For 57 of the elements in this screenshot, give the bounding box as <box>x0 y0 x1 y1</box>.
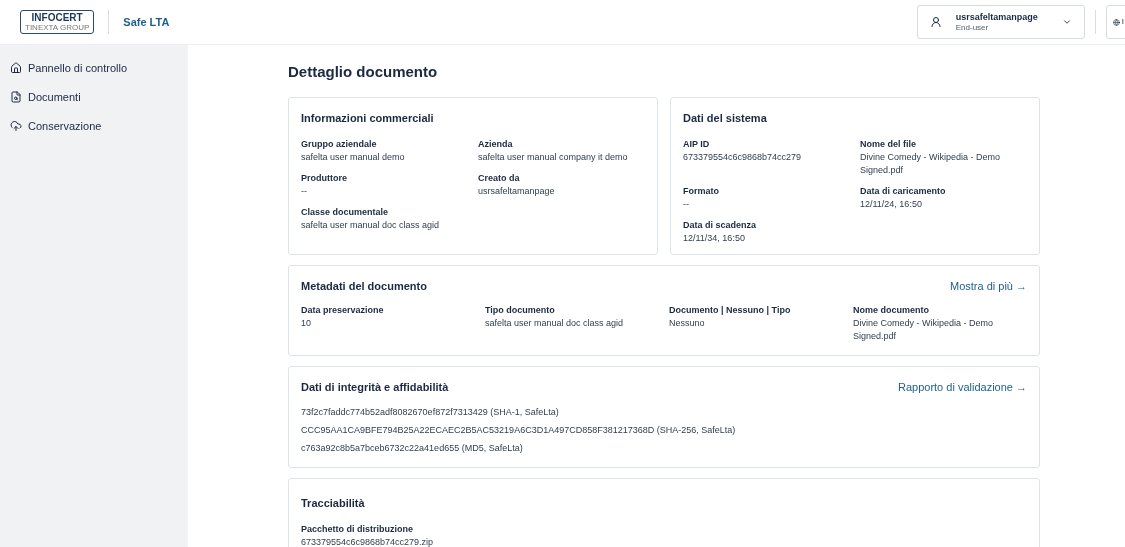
field-value: 673379554c6c9868b74cc279 <box>683 151 803 164</box>
field-label: Classe documentale <box>301 206 390 219</box>
field-label: Nome del file <box>860 138 917 151</box>
home-icon <box>10 62 22 74</box>
field-value: Divine Comedy - Wikipedia - Demo Signed.pdf <box>860 151 1002 177</box>
logo-text: INFOCERT <box>31 12 83 23</box>
user-role: End-user <box>955 22 989 33</box>
card-title: Metadati del documento <box>301 278 427 294</box>
card-title: Informazioni commerciali <box>301 110 435 126</box>
sidebar-item[interactable]: Conservazione <box>10 117 188 135</box>
field-value: 10 <box>301 317 312 330</box>
logo-subtext: TINEXTA GROUP <box>25 23 90 32</box>
field-label: Produttore <box>301 172 348 185</box>
globe-icon <box>1112 18 1120 26</box>
field-value: 12/11/34, 16:50 <box>683 232 746 245</box>
field-label: Formato <box>683 185 720 198</box>
hash-value: 73f2c7faddc774b52adf8082670ef872f7313429 (SHA-1, SafeLta) <box>301 405 560 419</box>
cloud-upload-icon <box>10 120 22 132</box>
user-icon <box>929 16 942 28</box>
field-value: usrsafeltamanpage <box>478 185 556 198</box>
field-label: Creato da <box>478 172 521 185</box>
card-title: Dati di integrità e affidabilità <box>301 380 449 395</box>
field-value: safelta user manual doc class agid <box>301 219 441 232</box>
user-menu-button[interactable]: usrsafeltamanpage End-user <box>916 5 1085 39</box>
app-name: Safe LTA <box>123 14 170 30</box>
field-label: Azienda <box>478 138 514 151</box>
field-value: safelta user manual company it demo <box>478 151 629 164</box>
document-icon <box>10 91 22 103</box>
field-label: Documento | Nessuno | Tipo <box>669 304 792 317</box>
field-label: Nome documento <box>853 304 930 317</box>
card-title: Dati del sistema <box>683 110 768 126</box>
field-value: 673379554c6c9868b74cc279.zip <box>301 536 435 547</box>
field-value: -- <box>683 198 690 211</box>
field-value: Divine Comedy - Wikipedia - Demo Signed.pdf <box>853 317 995 343</box>
field-value: -- <box>301 185 308 198</box>
hash-value: c763a92c8b5a7bceb6732c22a41ed655 (MD5, SafeLta) <box>301 441 524 455</box>
sidebar-item[interactable]: Pannello di controllo <box>10 59 188 77</box>
field-label: Gruppo aziendale <box>301 138 378 151</box>
field-label: Data di scadenza <box>683 219 758 232</box>
field-value: 12/11/24, 16:50 <box>860 198 923 211</box>
chevron-down-icon <box>1061 17 1072 27</box>
field-label: Data preservazione <box>301 304 385 317</box>
field-label: Tipo documento <box>485 304 556 317</box>
field-value: Nessuno <box>669 317 706 330</box>
user-name: usrsafeltamanpage <box>955 11 1038 23</box>
field-label: Pacchetto di distribuzione <box>301 523 414 536</box>
field-label: AIP ID <box>683 138 711 151</box>
sidebar-item[interactable]: Documenti <box>10 88 188 106</box>
show-more-link[interactable]: Mostra di più → <box>949 277 1027 294</box>
field-label: Data di caricamento <box>860 185 947 198</box>
field-value: safelta user manual demo <box>301 151 406 164</box>
language-button[interactable]: I <box>1105 5 1125 39</box>
field-value: safelta user manual doc class agid <box>485 317 625 330</box>
card-title: Tracciabilità <box>301 495 366 511</box>
page-title: Dettaglio documento <box>288 62 439 82</box>
validation-report-link[interactable]: Rapporto di validazione → <box>897 379 1027 396</box>
hash-value: CCC95AA1CA9BFE794B25A22ECAEC2B5AC53219A6C3D1A497CD858F381217368D (SHA-256, SafeLta) <box>301 423 737 437</box>
